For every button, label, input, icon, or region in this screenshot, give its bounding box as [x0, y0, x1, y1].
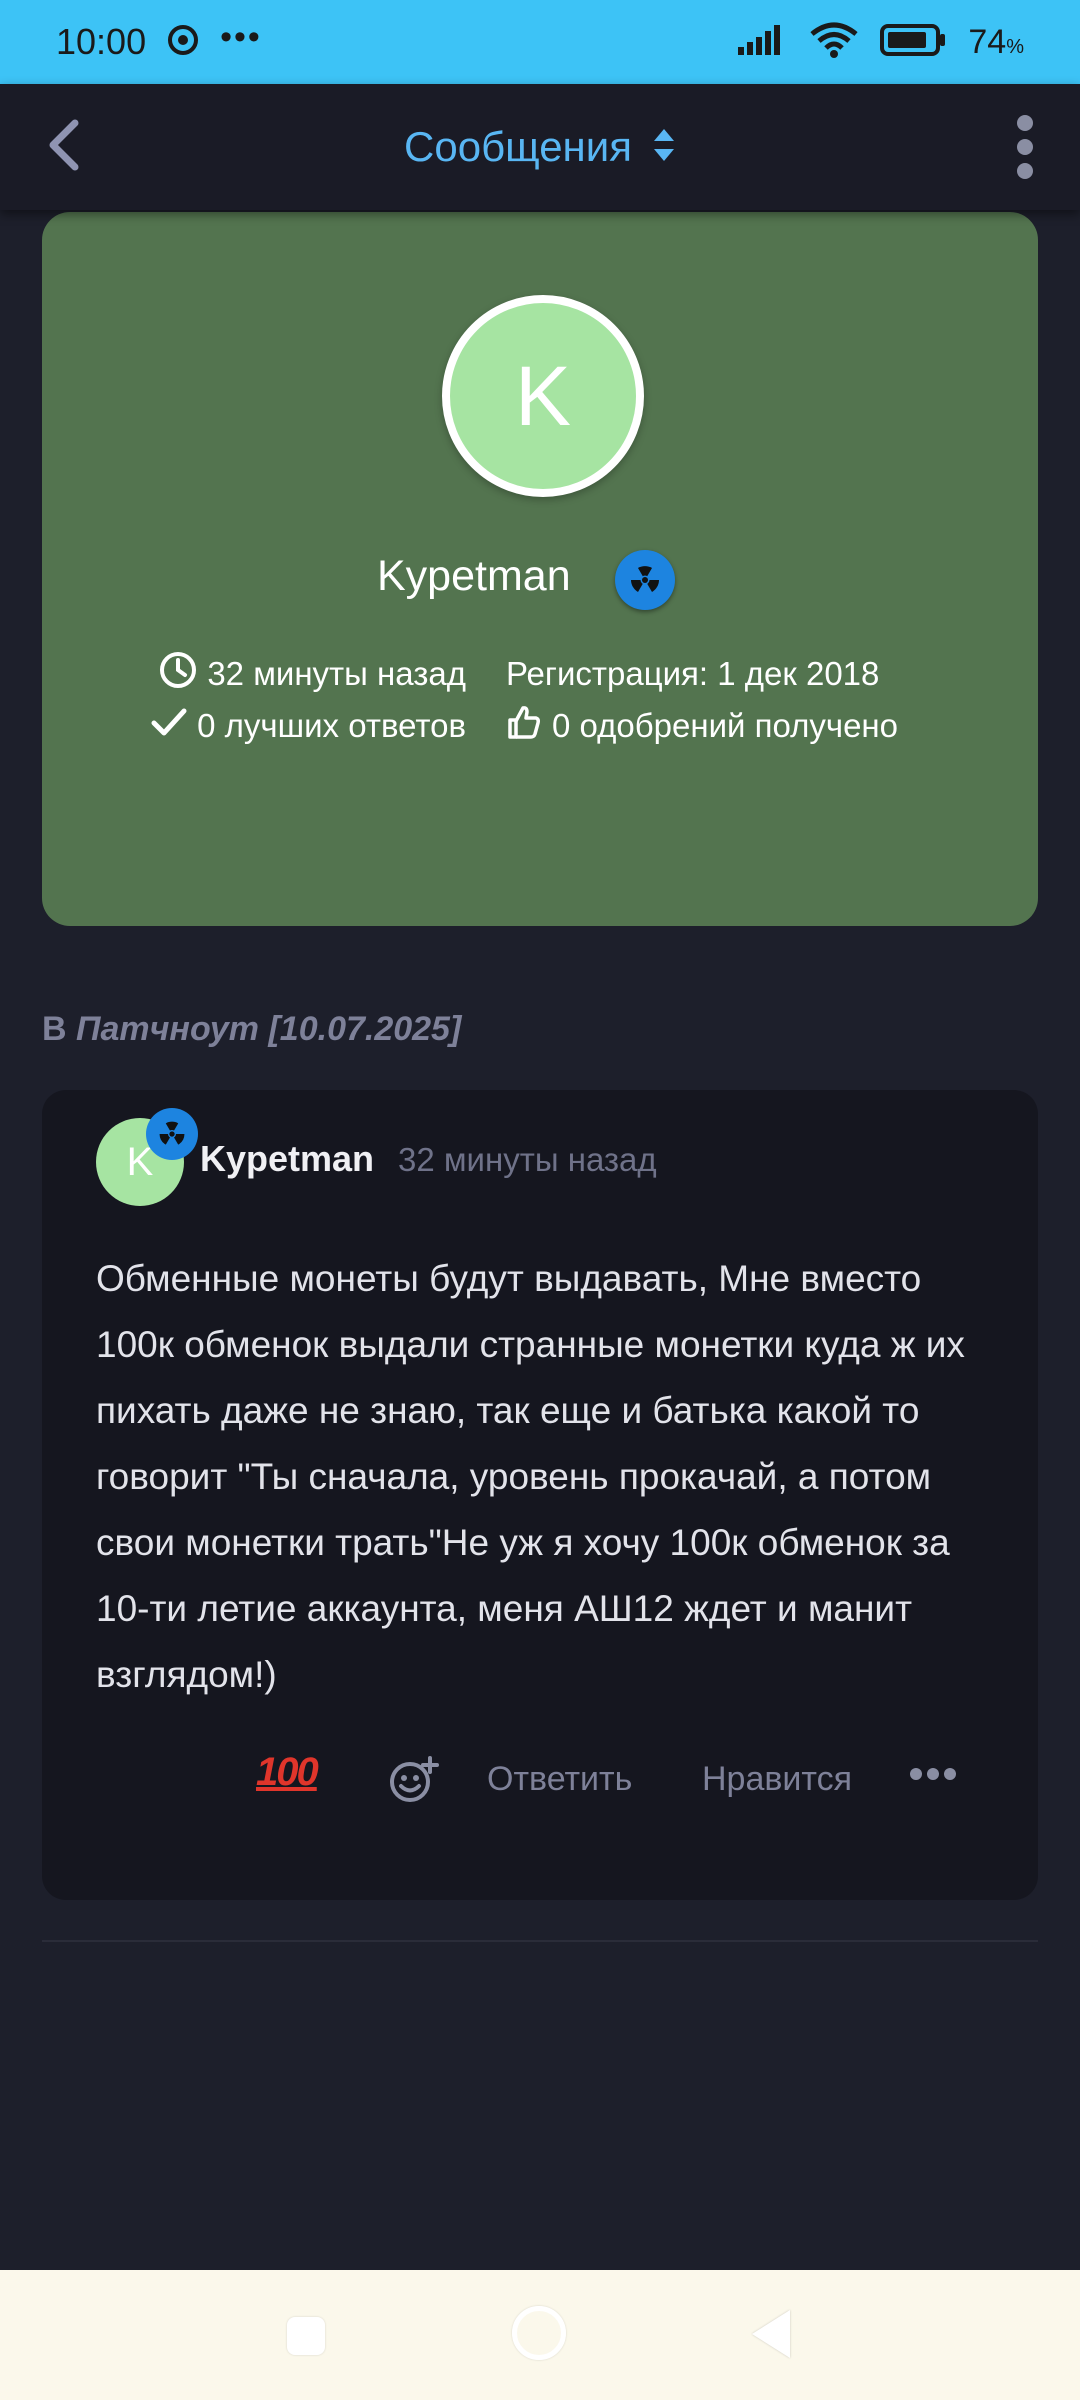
likes-received-text: 0 одобрений получено — [552, 707, 899, 744]
clock-icon — [159, 651, 197, 697]
reply-button[interactable]: Ответить — [487, 1760, 632, 1799]
home-circle-icon[interactable] — [512, 2306, 566, 2360]
thread-prefix: В — [42, 1010, 67, 1048]
add-reaction-icon[interactable] — [388, 1754, 440, 1806]
likes-received-stat: 0 одобрений получено — [506, 704, 966, 748]
signal-icon — [738, 24, 788, 60]
status-left: 10:00 ••• — [56, 18, 262, 63]
post-body: Обменные монеты будут выдавать, Мне вмес… — [96, 1258, 965, 1695]
like-button[interactable]: Нравится — [702, 1760, 852, 1799]
profile-avatar[interactable]: K — [442, 295, 644, 497]
check-icon — [151, 707, 187, 745]
chrome-icon — [168, 24, 199, 60]
back-triangle-icon[interactable] — [752, 2310, 790, 2358]
app-bar: Сообщения — [0, 84, 1080, 210]
sort-arrows-icon — [652, 127, 676, 168]
section-selector[interactable]: Сообщения — [0, 84, 1080, 210]
last-seen-text: 32 минуты назад — [207, 655, 466, 692]
radiation-badge-icon — [146, 1108, 198, 1160]
status-overflow-dots: ••• — [220, 18, 262, 56]
registration-stat: Регистрация: 1 дек 2018 — [506, 652, 966, 696]
post-actions: 100 Ответить Нравится — [42, 1750, 1038, 1812]
wifi-icon — [810, 22, 858, 63]
post-card: K Kypetman 32 минуты назад Обменные моне… — [42, 1090, 1038, 1900]
profile-card: K Kypetman 32 минуты назад Регистрация: … — [42, 212, 1038, 926]
thumbs-up-icon — [506, 704, 542, 748]
best-answers-stat: 0 лучших ответов — [114, 704, 466, 748]
more-vertical-icon[interactable] — [990, 108, 1060, 186]
divider — [42, 1940, 1038, 1942]
profile-username[interactable]: Kypetman — [377, 552, 571, 601]
battery-unit: % — [1006, 35, 1024, 58]
battery-icon — [880, 23, 946, 61]
status-right: 74% — [738, 22, 1024, 63]
post-author[interactable]: Kypetman — [200, 1138, 374, 1180]
post-time: 32 минуты назад — [398, 1141, 657, 1178]
battery-percent: 74% — [968, 23, 1024, 62]
registration-text: Регистрация: 1 дек 2018 — [506, 655, 880, 692]
last-seen-stat: 32 минуты назад — [114, 652, 466, 696]
page-title: Сообщения — [404, 123, 632, 170]
thread-reference: В Патчноут [10.07.2025] — [42, 1010, 461, 1049]
more-horizontal-icon[interactable] — [910, 1768, 956, 1780]
thread-link[interactable]: Патчноут [10.07.2025] — [76, 1010, 461, 1048]
battery-value: 74 — [968, 22, 1007, 61]
best-answers-text: 0 лучших ответов — [197, 707, 466, 744]
status-bar: 10:00 ••• 74% — [0, 0, 1080, 84]
profile-stats: 32 минуты назад Регистрация: 1 дек 2018 … — [42, 652, 1038, 748]
status-time: 10:00 — [56, 21, 147, 62]
hundred-points-icon[interactable]: 100 — [256, 1750, 319, 1795]
recents-square-icon[interactable] — [287, 2317, 325, 2355]
navigation-bar — [0, 2270, 1080, 2400]
radiation-badge-icon — [615, 550, 675, 610]
